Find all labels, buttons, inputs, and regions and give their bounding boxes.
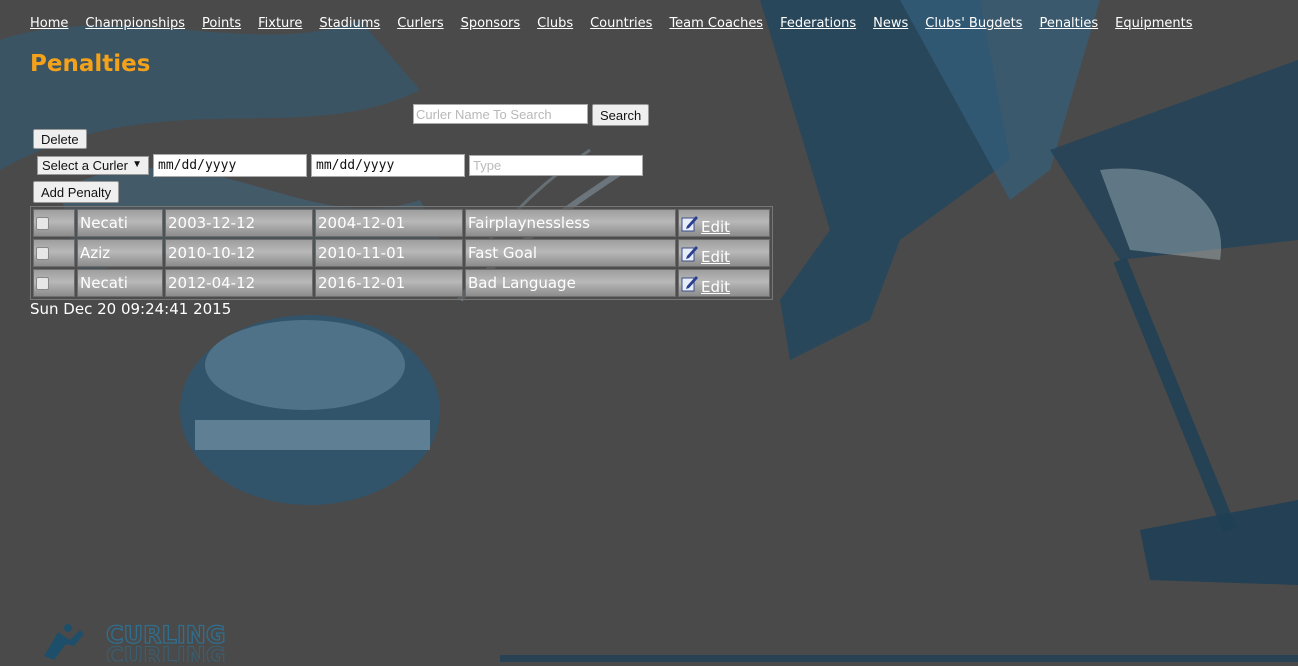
row-select-cell xyxy=(33,269,75,297)
edit-cell: Edit xyxy=(678,239,770,267)
edit-pencil-icon[interactable] xyxy=(681,214,699,232)
background-art xyxy=(0,0,1298,662)
edit-cell: Edit xyxy=(678,209,770,237)
end-date-cell: 2010-11-01 xyxy=(315,239,463,267)
type-field[interactable]: Type xyxy=(469,155,643,176)
row-select-cell xyxy=(33,209,75,237)
add-penalty-form: Select a Curler ▼ mm/dd/yyyy mm/dd/yyyy … xyxy=(37,154,643,177)
table-row: Necati 2003-12-12 2004-12-01 Fairplaynes… xyxy=(33,209,770,237)
edit-link[interactable]: Edit xyxy=(701,248,730,266)
table-row: Aziz 2010-10-12 2010-11-01 Fast Goal Edi… xyxy=(33,239,770,267)
search-bar: Search xyxy=(413,104,650,126)
table-row: Necati 2012-04-12 2016-12-01 Bad Languag… xyxy=(33,269,770,297)
curler-name-cell: Necati xyxy=(77,269,163,297)
row-checkbox[interactable] xyxy=(36,277,49,290)
penalty-type-cell: Fairplaynessless xyxy=(465,209,676,237)
nav-link-federations[interactable]: Federations xyxy=(780,16,856,31)
curler-select[interactable]: Select a Curler ▼ xyxy=(37,156,149,175)
curler-name-cell: Necati xyxy=(77,209,163,237)
delete-button[interactable]: Delete xyxy=(33,129,87,149)
start-date-cell: 2010-10-12 xyxy=(165,239,313,267)
edit-pencil-icon[interactable] xyxy=(681,274,699,292)
nav-link-home[interactable]: Home xyxy=(30,16,68,31)
start-date-field[interactable]: mm/dd/yyyy xyxy=(153,154,307,177)
nav-link-sponsors[interactable]: Sponsors xyxy=(461,16,521,31)
nav-link-team-coaches[interactable]: Team Coaches xyxy=(669,16,763,31)
row-checkbox[interactable] xyxy=(36,217,49,230)
search-button[interactable]: Search xyxy=(592,104,650,126)
edit-pencil-icon[interactable] xyxy=(681,244,699,262)
edit-link[interactable]: Edit xyxy=(701,278,730,296)
end-date-cell: 2016-12-01 xyxy=(315,269,463,297)
nav-link-penalties[interactable]: Penalties xyxy=(1039,16,1098,31)
curler-select-value: Select a Curler xyxy=(42,158,128,173)
nav-link-points[interactable]: Points xyxy=(202,16,241,31)
penalties-table: Necati 2003-12-12 2004-12-01 Fairplaynes… xyxy=(30,206,773,300)
server-timestamp: Sun Dec 20 09:24:41 2015 xyxy=(30,300,232,318)
nav-link-news[interactable]: News xyxy=(873,16,908,31)
curling-logo: CURLING CURLING xyxy=(40,620,240,666)
curler-name-cell: Aziz xyxy=(77,239,163,267)
start-date-cell: 2003-12-12 xyxy=(165,209,313,237)
row-select-cell xyxy=(33,239,75,267)
edit-cell: Edit xyxy=(678,269,770,297)
nav-link-championships[interactable]: Championships xyxy=(85,16,185,31)
nav-link-clubs[interactable]: Clubs xyxy=(537,16,573,31)
nav-link-equipments[interactable]: Equipments xyxy=(1115,16,1192,31)
main-nav: Home Championships Points Fixture Stadiu… xyxy=(30,16,1209,31)
nav-link-curlers[interactable]: Curlers xyxy=(397,16,443,31)
row-checkbox[interactable] xyxy=(36,247,49,260)
end-date-cell: 2004-12-01 xyxy=(315,209,463,237)
search-input[interactable] xyxy=(413,104,588,124)
end-date-field[interactable]: mm/dd/yyyy xyxy=(311,154,465,177)
svg-text:CURLING: CURLING xyxy=(106,642,226,662)
nav-link-fixture[interactable]: Fixture xyxy=(258,16,302,31)
nav-link-stadiums[interactable]: Stadiums xyxy=(319,16,380,31)
penalty-type-cell: Fast Goal xyxy=(465,239,676,267)
penalty-type-cell: Bad Language xyxy=(465,269,676,297)
page-title: Penalties xyxy=(30,51,151,77)
nav-link-countries[interactable]: Countries xyxy=(590,16,652,31)
add-penalty-button[interactable]: Add Penalty xyxy=(33,181,120,203)
edit-link[interactable]: Edit xyxy=(701,218,730,236)
chevron-down-icon: ▼ xyxy=(132,159,142,170)
nav-link-clubs-budgets[interactable]: Clubs' Bugdets xyxy=(925,16,1022,31)
start-date-cell: 2012-04-12 xyxy=(165,269,313,297)
